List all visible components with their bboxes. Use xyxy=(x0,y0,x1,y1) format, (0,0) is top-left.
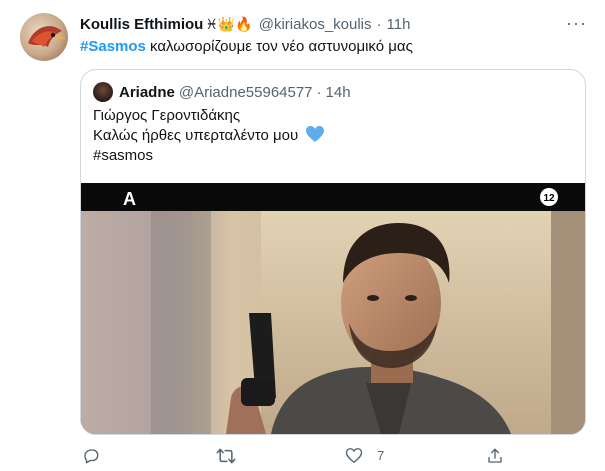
heart-icon xyxy=(345,447,363,464)
quote-separator-dot: · xyxy=(316,83,322,101)
reply-button[interactable] xyxy=(82,447,100,465)
quote-line-1: Γιώργος Γεροντιδάκης xyxy=(93,107,241,124)
quote-media-video[interactable]: A 12 xyxy=(81,183,585,434)
quote-author-avatar[interactable] xyxy=(93,82,113,102)
reply-icon xyxy=(82,447,100,465)
blue-heart-icon xyxy=(306,126,325,149)
retweet-icon xyxy=(216,447,236,465)
like-button[interactable]: 7 xyxy=(345,447,384,464)
tweet-header: Koullis Efthimiou ♓👑🔥 @kiriakos_koulis ·… xyxy=(80,14,410,34)
like-count: 7 xyxy=(377,448,385,463)
retweet-button[interactable] xyxy=(216,447,236,465)
quote-line-2-text: Καλώς ήρθες υπερταλέντο μου xyxy=(93,127,299,144)
channel-logo: A xyxy=(123,189,136,209)
quote-author-handle[interactable]: @Ariadne55964577 xyxy=(179,84,313,101)
tweet-body: καλωσορίζουμε τον νέο αστυνομικό μας xyxy=(145,38,413,55)
author-name[interactable]: Koullis Efthimiou xyxy=(80,16,203,33)
share-icon xyxy=(486,447,504,465)
more-options-icon[interactable]: ··· xyxy=(566,13,587,34)
tweet[interactable]: Koullis Efthimiou ♓👑🔥 @kiriakos_koulis ·… xyxy=(0,0,605,471)
author-emojis: ♓👑🔥 xyxy=(205,16,253,32)
tweet-actions: 7 xyxy=(80,447,510,467)
hashtag-link[interactable]: #Sasmos xyxy=(80,38,146,55)
video-frame: A 12 xyxy=(81,183,585,434)
author-avatar[interactable] xyxy=(20,13,68,61)
avatar-art xyxy=(28,26,66,47)
rating-badge: 12 xyxy=(543,193,555,204)
quoted-tweet[interactable]: Ariadne @Ariadne55964577 · 14h Γιώργος Γ… xyxy=(80,69,586,435)
tweet-text: #Sasmos καλωσορίζουμε τον νέο αστυνομικό… xyxy=(80,37,413,57)
author-handle[interactable]: @kiriakos_koulis xyxy=(259,16,372,33)
quote-author-name[interactable]: Ariadne xyxy=(119,84,175,101)
tweet-time[interactable]: 11h xyxy=(387,16,411,33)
quote-header: Ariadne @Ariadne55964577 · 14h xyxy=(119,82,351,102)
share-button[interactable] xyxy=(486,447,504,465)
separator-dot: · xyxy=(376,15,382,33)
quote-hashtag[interactable]: #sasmos xyxy=(93,146,153,166)
quote-time[interactable]: 14h xyxy=(326,84,351,101)
